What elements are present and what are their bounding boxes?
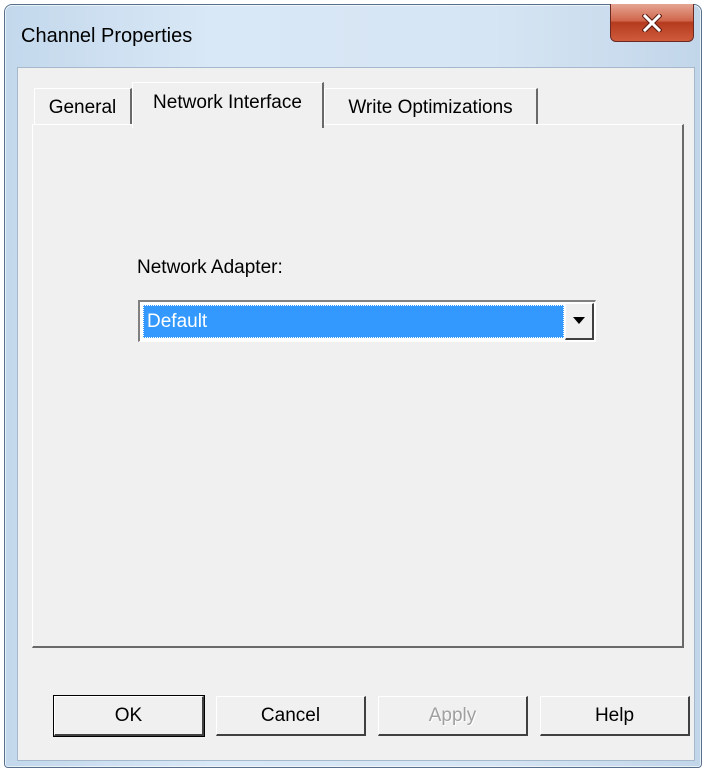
close-icon	[642, 13, 662, 32]
tab-write-optimizations[interactable]: Write Optimizations	[324, 88, 538, 126]
dialog-client-area: General Network Interface Write Optimiza…	[17, 67, 695, 761]
tab-panel-network-interface: Network Adapter: Default	[32, 124, 684, 648]
dialog-window: Channel Properties General Network Inter…	[4, 4, 702, 768]
chevron-down-icon	[573, 312, 585, 330]
window-title: Channel Properties	[21, 25, 193, 47]
network-adapter-select[interactable]: Default	[138, 300, 596, 342]
tab-network-interface-label: Network Interface	[153, 92, 302, 113]
tab-general[interactable]: General	[34, 88, 132, 126]
apply-button[interactable]: Apply	[378, 696, 528, 736]
cancel-button[interactable]: Cancel	[216, 696, 366, 736]
dropdown-button[interactable]	[565, 303, 594, 340]
close-button[interactable]	[610, 4, 694, 42]
ok-button[interactable]: OK	[53, 695, 205, 737]
help-button[interactable]: Help	[540, 696, 690, 736]
tab-write-optimizations-label: Write Optimizations	[348, 96, 513, 118]
tab-network-interface[interactable]: Network Interface	[132, 82, 324, 128]
tab-general-label: General	[48, 96, 117, 118]
network-adapter-selected-value: Default	[143, 305, 564, 338]
network-adapter-label: Network Adapter:	[137, 257, 283, 278]
